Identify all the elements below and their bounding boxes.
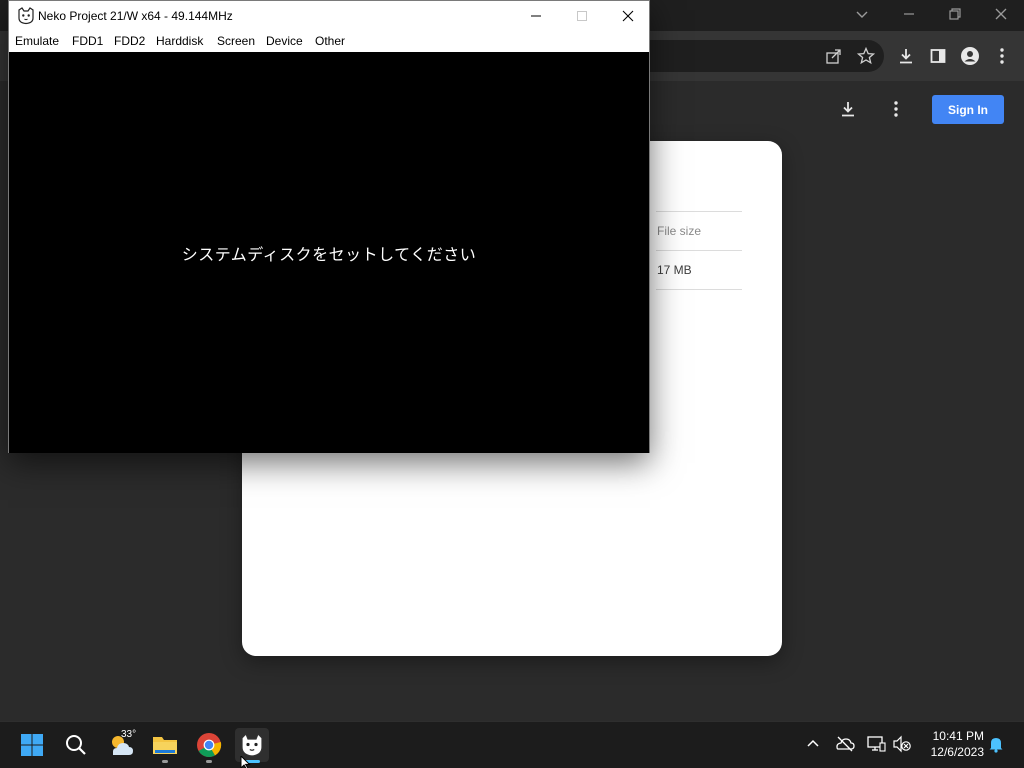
menu-fdd2[interactable]: FDD2 bbox=[114, 34, 145, 48]
chrome-icon[interactable] bbox=[192, 728, 226, 762]
minimize-button[interactable] bbox=[513, 1, 559, 31]
browser-close-icon[interactable] bbox=[991, 7, 1011, 25]
chevron-up-icon[interactable] bbox=[803, 734, 823, 754]
boot-message: システムディスクをセットしてください bbox=[181, 245, 477, 264]
emulator-screen[interactable]: システムディスクをセットしてください bbox=[9, 52, 649, 453]
mouse-cursor-icon bbox=[240, 754, 252, 768]
page-more-vert-icon[interactable] bbox=[885, 98, 907, 120]
clock-time[interactable]: 10:41 PM bbox=[928, 729, 984, 743]
browser-restore-icon[interactable] bbox=[945, 7, 965, 25]
file-explorer-icon[interactable] bbox=[148, 728, 182, 762]
menu-emulate[interactable]: Emulate bbox=[15, 34, 59, 48]
cat-icon[interactable] bbox=[17, 7, 35, 25]
minimize-icon bbox=[531, 15, 541, 17]
download-icon[interactable] bbox=[895, 45, 917, 67]
share-icon[interactable] bbox=[823, 45, 845, 67]
menu-device[interactable]: Device bbox=[266, 34, 303, 48]
menu-fdd1[interactable]: FDD1 bbox=[72, 34, 103, 48]
tab-search-chevron-icon[interactable] bbox=[852, 7, 872, 25]
weather-temperature: 33° bbox=[121, 729, 137, 740]
file-size-value: 17 MB bbox=[657, 263, 692, 277]
windows-start-icon[interactable] bbox=[15, 728, 49, 762]
menu-harddisk[interactable]: Harddisk bbox=[156, 34, 203, 48]
notification-bell-icon[interactable] bbox=[986, 734, 1006, 754]
profile-icon[interactable] bbox=[959, 45, 981, 67]
file-explorer-running-indicator bbox=[162, 760, 168, 763]
menu-screen[interactable]: Screen bbox=[217, 34, 255, 48]
menu-other[interactable]: Other bbox=[315, 34, 345, 48]
card-divider bbox=[656, 211, 742, 212]
clock-date[interactable]: 12/6/2023 bbox=[918, 745, 984, 759]
address-bar[interactable] bbox=[640, 40, 884, 72]
chrome-running-indicator bbox=[206, 760, 212, 763]
more-vert-icon[interactable] bbox=[991, 45, 1013, 67]
card-divider bbox=[656, 250, 742, 251]
side-panel-icon[interactable] bbox=[927, 45, 949, 67]
file-size-header: File size bbox=[657, 224, 702, 238]
close-icon bbox=[622, 10, 634, 22]
neko-project-window: Neko Project 21/W x64 - 49.144MHz Emulat… bbox=[8, 0, 650, 453]
star-icon[interactable] bbox=[855, 45, 877, 67]
maximize-button bbox=[559, 1, 605, 31]
browser-minimize-icon[interactable] bbox=[899, 7, 919, 25]
network-icon[interactable] bbox=[866, 734, 886, 754]
neko-titlebar[interactable]: Neko Project 21/W x64 - 49.144MHz bbox=[9, 1, 649, 31]
card-divider bbox=[656, 289, 742, 290]
search-icon[interactable] bbox=[59, 728, 93, 762]
sign-in-button[interactable]: Sign In bbox=[932, 95, 1004, 124]
onedrive-off-icon[interactable] bbox=[835, 734, 855, 754]
close-button[interactable] bbox=[605, 1, 651, 31]
maximize-icon bbox=[577, 11, 587, 21]
page-download-icon[interactable] bbox=[837, 98, 859, 120]
volume-muted-icon[interactable] bbox=[892, 734, 912, 754]
window-title: Neko Project 21/W x64 - 49.144MHz bbox=[38, 9, 233, 23]
